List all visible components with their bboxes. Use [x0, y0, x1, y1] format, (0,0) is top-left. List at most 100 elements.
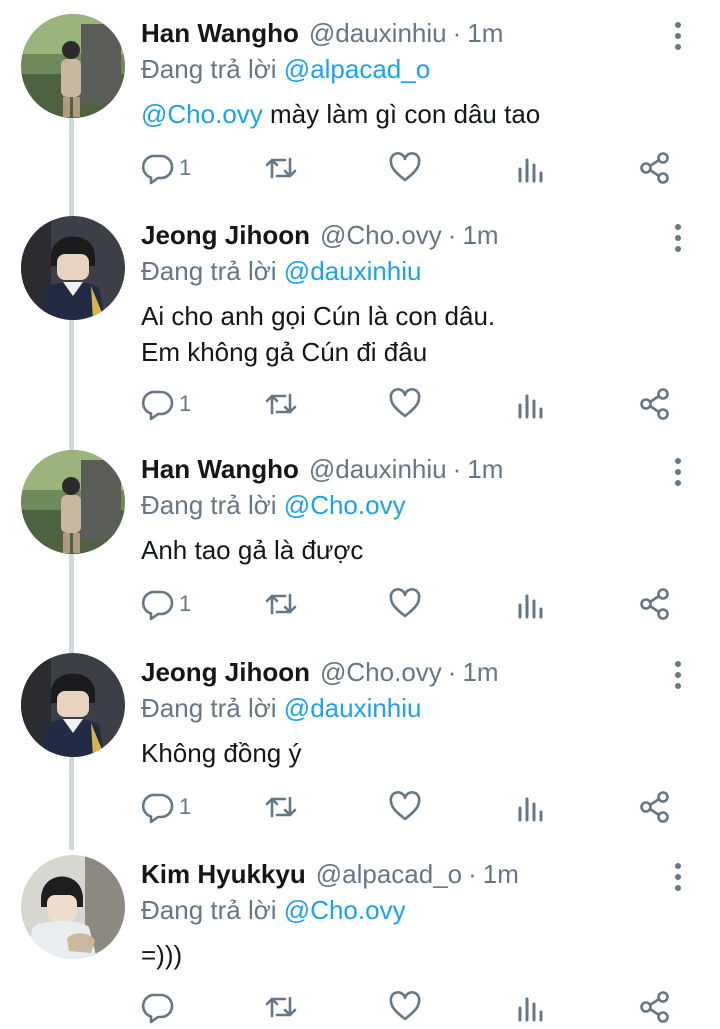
tweet-text-body: Không đồng ý — [141, 738, 302, 768]
replying-to: Đang trả lời @Cho.ovy — [141, 893, 680, 927]
share-button[interactable] — [638, 787, 672, 827]
replying-to-mention[interactable]: @Cho.ovy — [284, 490, 406, 520]
stats-button[interactable] — [514, 148, 548, 188]
retweet-button[interactable] — [263, 987, 299, 1027]
tweet-text: Ai cho anh gọi Cún là con dâu. Em không … — [141, 298, 680, 370]
more-vertical-icon[interactable] — [674, 661, 682, 689]
like-button[interactable] — [388, 987, 422, 1027]
author-name[interactable]: Han Wangho — [141, 18, 299, 49]
text-mention[interactable]: @Cho.ovy — [141, 99, 263, 129]
share-button[interactable] — [638, 584, 672, 624]
replying-to-mention[interactable]: @dauxinhiu — [284, 693, 422, 723]
action-bar — [0, 987, 720, 1027]
author-handle[interactable]: @alpacad_o — [316, 859, 462, 890]
stats-button[interactable] — [514, 787, 548, 827]
avatar[interactable] — [21, 855, 125, 959]
reply-button[interactable] — [141, 987, 179, 1027]
like-button[interactable] — [388, 584, 422, 624]
replying-to: Đang trả lời @alpacad_o — [141, 52, 680, 86]
author-handle[interactable]: @Cho.ovy — [320, 657, 442, 688]
timestamp[interactable]: 1m — [467, 454, 503, 485]
stats-icon — [518, 997, 543, 1022]
reply-count: 1 — [179, 591, 192, 616]
more-vertical-icon[interactable] — [674, 22, 682, 50]
share-button[interactable] — [638, 987, 672, 1027]
replying-to-label: Đang trả lời — [141, 895, 277, 925]
reply-count: 1 — [179, 391, 192, 416]
share-icon — [640, 791, 669, 823]
reply-icon — [141, 993, 174, 1024]
avatar[interactable] — [21, 216, 125, 320]
replying-to-label: Đang trả lời — [141, 54, 277, 84]
author-handle[interactable]: @dauxinhiu — [309, 454, 447, 485]
replying-to-label: Đang trả lời — [141, 256, 277, 286]
replying-to-mention[interactable]: @Cho.ovy — [284, 895, 406, 925]
avatar[interactable] — [21, 450, 125, 554]
reply-button[interactable]: 1 — [141, 148, 191, 188]
retweet-button[interactable] — [263, 787, 299, 827]
reply-icon — [141, 154, 174, 185]
share-icon — [640, 991, 669, 1023]
retweet-button[interactable] — [263, 384, 299, 424]
separator: · — [447, 656, 457, 687]
author-name[interactable]: Jeong Jihoon — [141, 657, 310, 688]
timestamp[interactable]: 1m — [483, 859, 519, 890]
retweet-icon — [265, 796, 297, 818]
heart-icon — [389, 152, 421, 182]
action-bar: 1 — [0, 148, 720, 188]
separator: · — [468, 858, 477, 889]
like-button[interactable] — [388, 148, 422, 188]
replying-to: Đang trả lời @Cho.ovy — [141, 488, 680, 522]
reply-button[interactable]: 1 — [141, 584, 191, 624]
stats-icon — [518, 394, 543, 419]
stats-button[interactable] — [514, 987, 548, 1027]
like-button[interactable] — [388, 787, 422, 827]
action-bar: 1 — [0, 787, 720, 827]
stats-button[interactable] — [514, 584, 548, 624]
like-button[interactable] — [388, 384, 422, 424]
separator: · — [447, 219, 457, 250]
replying-to: Đang trả lời @dauxinhiu — [141, 691, 680, 725]
avatar[interactable] — [21, 653, 125, 757]
stats-button[interactable] — [514, 384, 548, 424]
share-icon — [640, 588, 669, 620]
more-vertical-icon[interactable] — [674, 224, 682, 252]
author-handle[interactable]: @dauxinhiu — [309, 18, 447, 49]
replying-to-mention[interactable]: @dauxinhiu — [284, 256, 422, 286]
author-name[interactable]: Kim Hyukkyu — [141, 859, 306, 890]
tweet-text-body: Anh tao gả là được — [141, 535, 364, 565]
retweet-button[interactable] — [263, 584, 299, 624]
replying-to-label: Đang trả lời — [141, 693, 277, 723]
reply-button[interactable]: 1 — [141, 787, 191, 827]
more-vertical-icon[interactable] — [674, 458, 682, 486]
tweet-text-body: mày làm gì con dâu tao — [262, 99, 541, 129]
avatar[interactable] — [21, 14, 125, 118]
timestamp[interactable]: 1m — [462, 220, 498, 251]
author-name[interactable]: Han Wangho — [141, 454, 299, 485]
reply-icon — [141, 390, 174, 421]
author-name[interactable]: Jeong Jihoon — [141, 220, 310, 251]
tweet-text-body: Ai cho anh gọi Cún là con dâu. Em không … — [141, 301, 496, 367]
action-bar: 1 — [0, 384, 720, 424]
heart-icon — [389, 991, 421, 1021]
replying-to: Đang trả lời @dauxinhiu — [141, 254, 680, 288]
action-bar: 1 — [0, 584, 720, 624]
tweet-text: @Cho.ovy mày làm gì con dâu tao — [141, 96, 680, 132]
share-button[interactable] — [638, 384, 672, 424]
retweet-icon — [265, 393, 297, 415]
author-handle[interactable]: @Cho.ovy — [320, 220, 442, 251]
more-vertical-icon[interactable] — [674, 863, 682, 891]
heart-icon — [389, 388, 421, 418]
reply-button[interactable]: 1 — [141, 384, 191, 424]
timestamp[interactable]: 1m — [467, 18, 503, 49]
replying-to-mention[interactable]: @alpacad_o — [284, 54, 430, 84]
timestamp[interactable]: 1m — [462, 657, 498, 688]
tweet-text: =))) — [141, 937, 680, 973]
retweet-icon — [265, 593, 297, 615]
tweet-text: Anh tao gả là được — [141, 532, 680, 568]
separator: · — [452, 453, 462, 484]
share-button[interactable] — [638, 148, 672, 188]
replying-to-label: Đang trả lời — [141, 490, 277, 520]
retweet-button[interactable] — [263, 148, 299, 188]
retweet-icon — [265, 157, 297, 179]
